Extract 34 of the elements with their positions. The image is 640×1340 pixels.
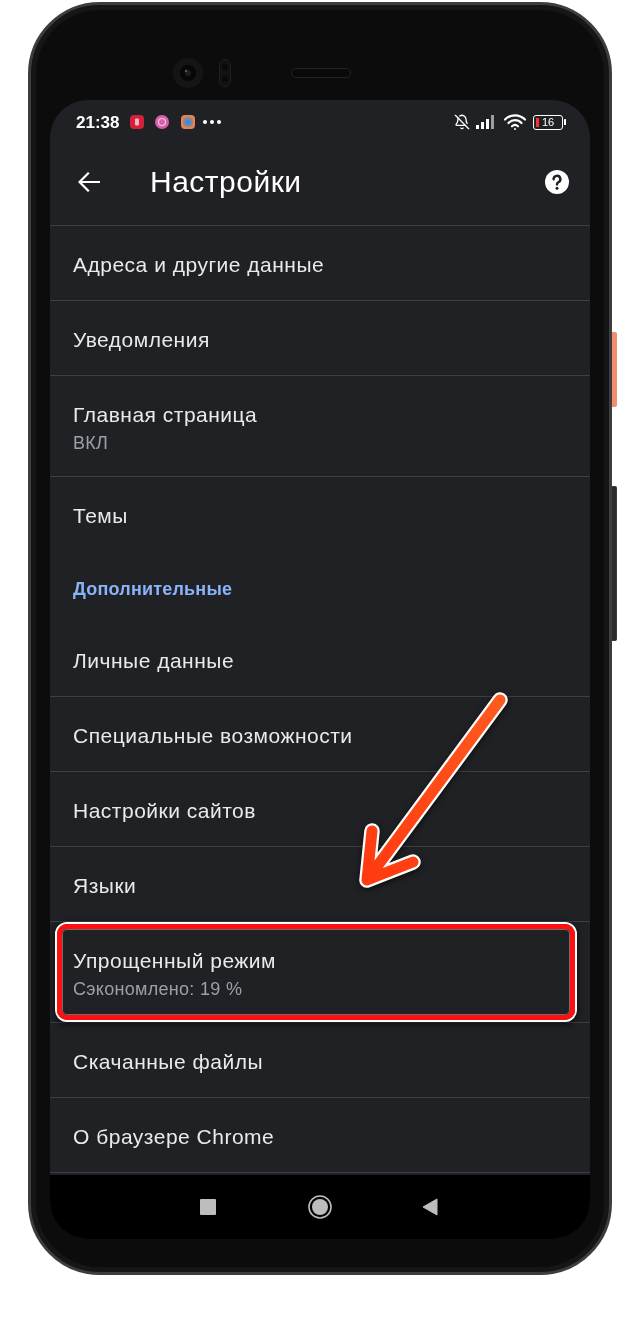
setting-title: Главная страница bbox=[73, 402, 258, 427]
battery-fill-icon bbox=[536, 117, 539, 127]
camera-lens-icon bbox=[173, 58, 203, 88]
settings-item[interactable]: Настройки сайтов bbox=[50, 772, 590, 847]
speaker-grille-icon bbox=[291, 68, 351, 78]
settings-item[interactable]: Адреса и другие данные bbox=[50, 226, 590, 301]
section-header: Дополнительные bbox=[73, 577, 233, 601]
ring-app-icon bbox=[181, 115, 196, 129]
home-circle-icon bbox=[308, 1195, 332, 1219]
settings-item[interactable]: Скачанные файлы bbox=[50, 1023, 590, 1098]
settings-item[interactable]: Языки bbox=[50, 847, 590, 922]
settings-item[interactable]: Упрощенный режим Сэкономлено: 19 % bbox=[50, 922, 590, 1023]
more-icon bbox=[203, 120, 222, 124]
setting-title: Упрощенный режим bbox=[73, 948, 277, 973]
status-time: 21:38 bbox=[76, 113, 120, 131]
bell-off-icon bbox=[454, 114, 470, 130]
help-icon bbox=[545, 169, 569, 194]
square-app-icon bbox=[130, 115, 145, 129]
settings-item[interactable]: Главная страница ВКЛ bbox=[50, 376, 590, 477]
setting-summary: ВКЛ bbox=[73, 432, 109, 454]
settings-item[interactable]: Темы bbox=[50, 477, 590, 552]
back-arrow-icon bbox=[78, 171, 100, 192]
setting-summary: Сэкономлено: 19 % bbox=[73, 978, 243, 1000]
settings-item[interactable]: Уведомления bbox=[50, 301, 590, 376]
settings-item[interactable]: О браузере Chrome bbox=[50, 1098, 590, 1173]
signal-icon bbox=[476, 115, 496, 129]
toolbar-title: Настройки bbox=[150, 166, 302, 197]
settings-item[interactable]: Специальные возможности bbox=[50, 697, 590, 772]
triangle-back-icon bbox=[422, 1198, 438, 1216]
battery-percent: 16 bbox=[542, 116, 555, 128]
round-app-icon bbox=[155, 115, 170, 129]
square-icon bbox=[200, 1199, 216, 1215]
settings-item[interactable]: Личные данные bbox=[50, 622, 590, 697]
wifi-icon bbox=[504, 114, 526, 130]
